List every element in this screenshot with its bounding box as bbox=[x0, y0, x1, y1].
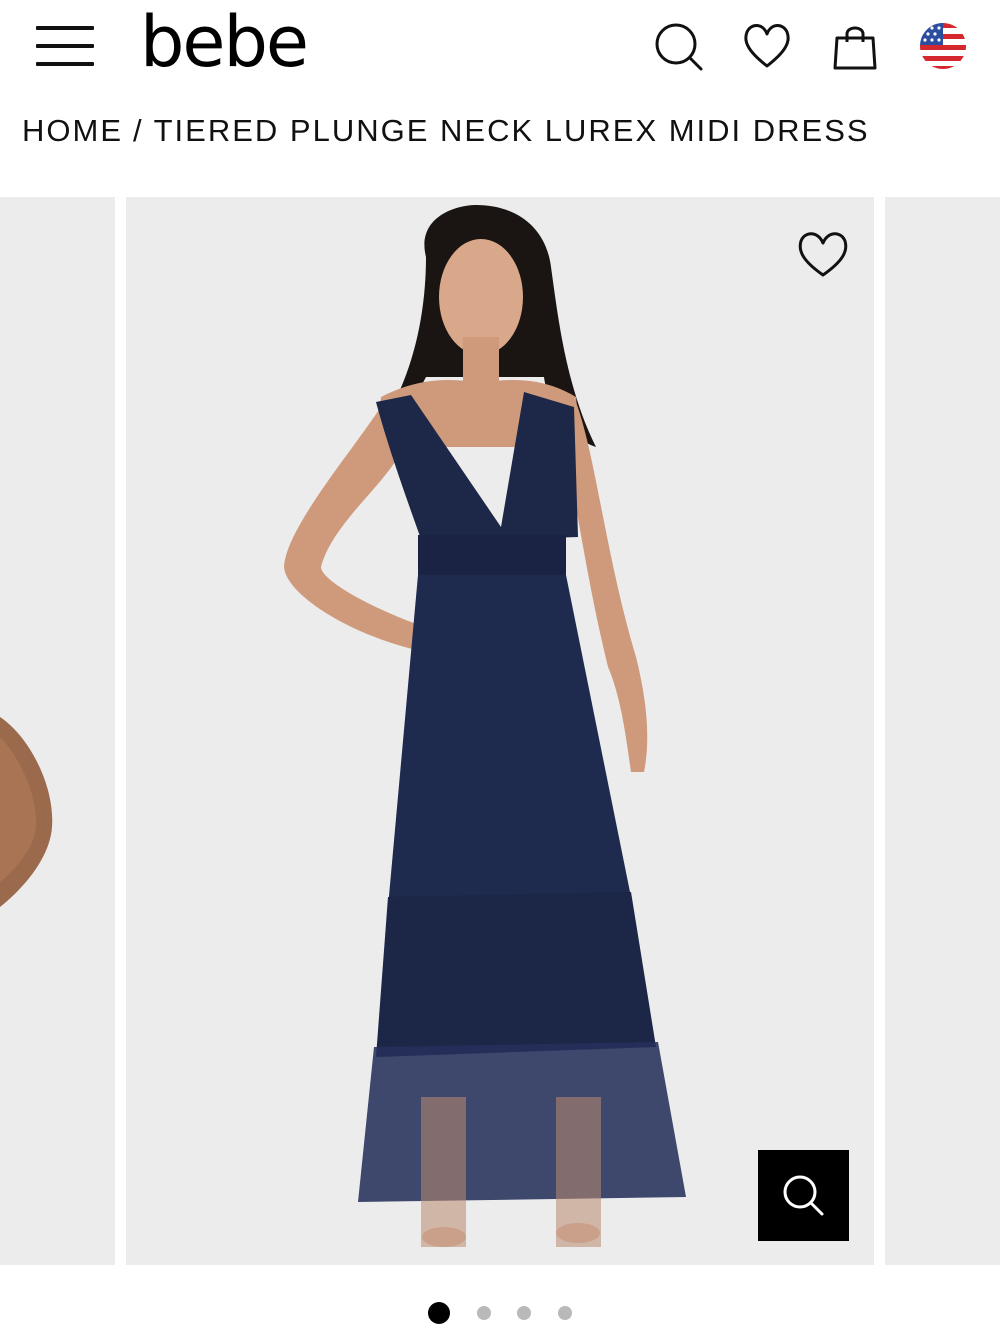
breadcrumb-home-link[interactable]: HOME bbox=[22, 113, 123, 148]
main-product-image[interactable] bbox=[126, 197, 874, 1265]
carousel-pagination bbox=[0, 1300, 1000, 1330]
search-icon[interactable] bbox=[652, 20, 704, 72]
carousel-dot-2[interactable] bbox=[477, 1306, 491, 1320]
carousel-dot-4[interactable] bbox=[558, 1306, 572, 1320]
image-wishlist-heart-icon[interactable] bbox=[794, 227, 852, 281]
carousel-dot-3[interactable] bbox=[517, 1306, 531, 1320]
breadcrumb: HOME / TIERED PLUNGE NECK LUREX MIDI DRESS bbox=[22, 113, 870, 149]
breadcrumb-separator: / bbox=[133, 113, 144, 148]
us-flag-icon[interactable] bbox=[917, 20, 969, 72]
carousel-dot-1[interactable] bbox=[428, 1302, 450, 1324]
menu-icon[interactable] bbox=[36, 24, 94, 68]
next-slide-image[interactable] bbox=[885, 197, 1000, 1265]
breadcrumb-current: TIERED PLUNGE NECK LUREX MIDI DRESS bbox=[153, 113, 870, 148]
model-dress-illustration bbox=[284, 205, 686, 1247]
brand-logo[interactable]: bebe bbox=[140, 8, 402, 78]
site-header: bebe bbox=[0, 0, 1000, 95]
wishlist-heart-icon[interactable] bbox=[741, 20, 793, 72]
zoom-search-icon[interactable] bbox=[758, 1150, 849, 1241]
logo-text: bebe bbox=[140, 8, 307, 78]
previous-slide-image[interactable] bbox=[0, 197, 115, 1265]
shopping-bag-icon[interactable] bbox=[829, 20, 881, 72]
